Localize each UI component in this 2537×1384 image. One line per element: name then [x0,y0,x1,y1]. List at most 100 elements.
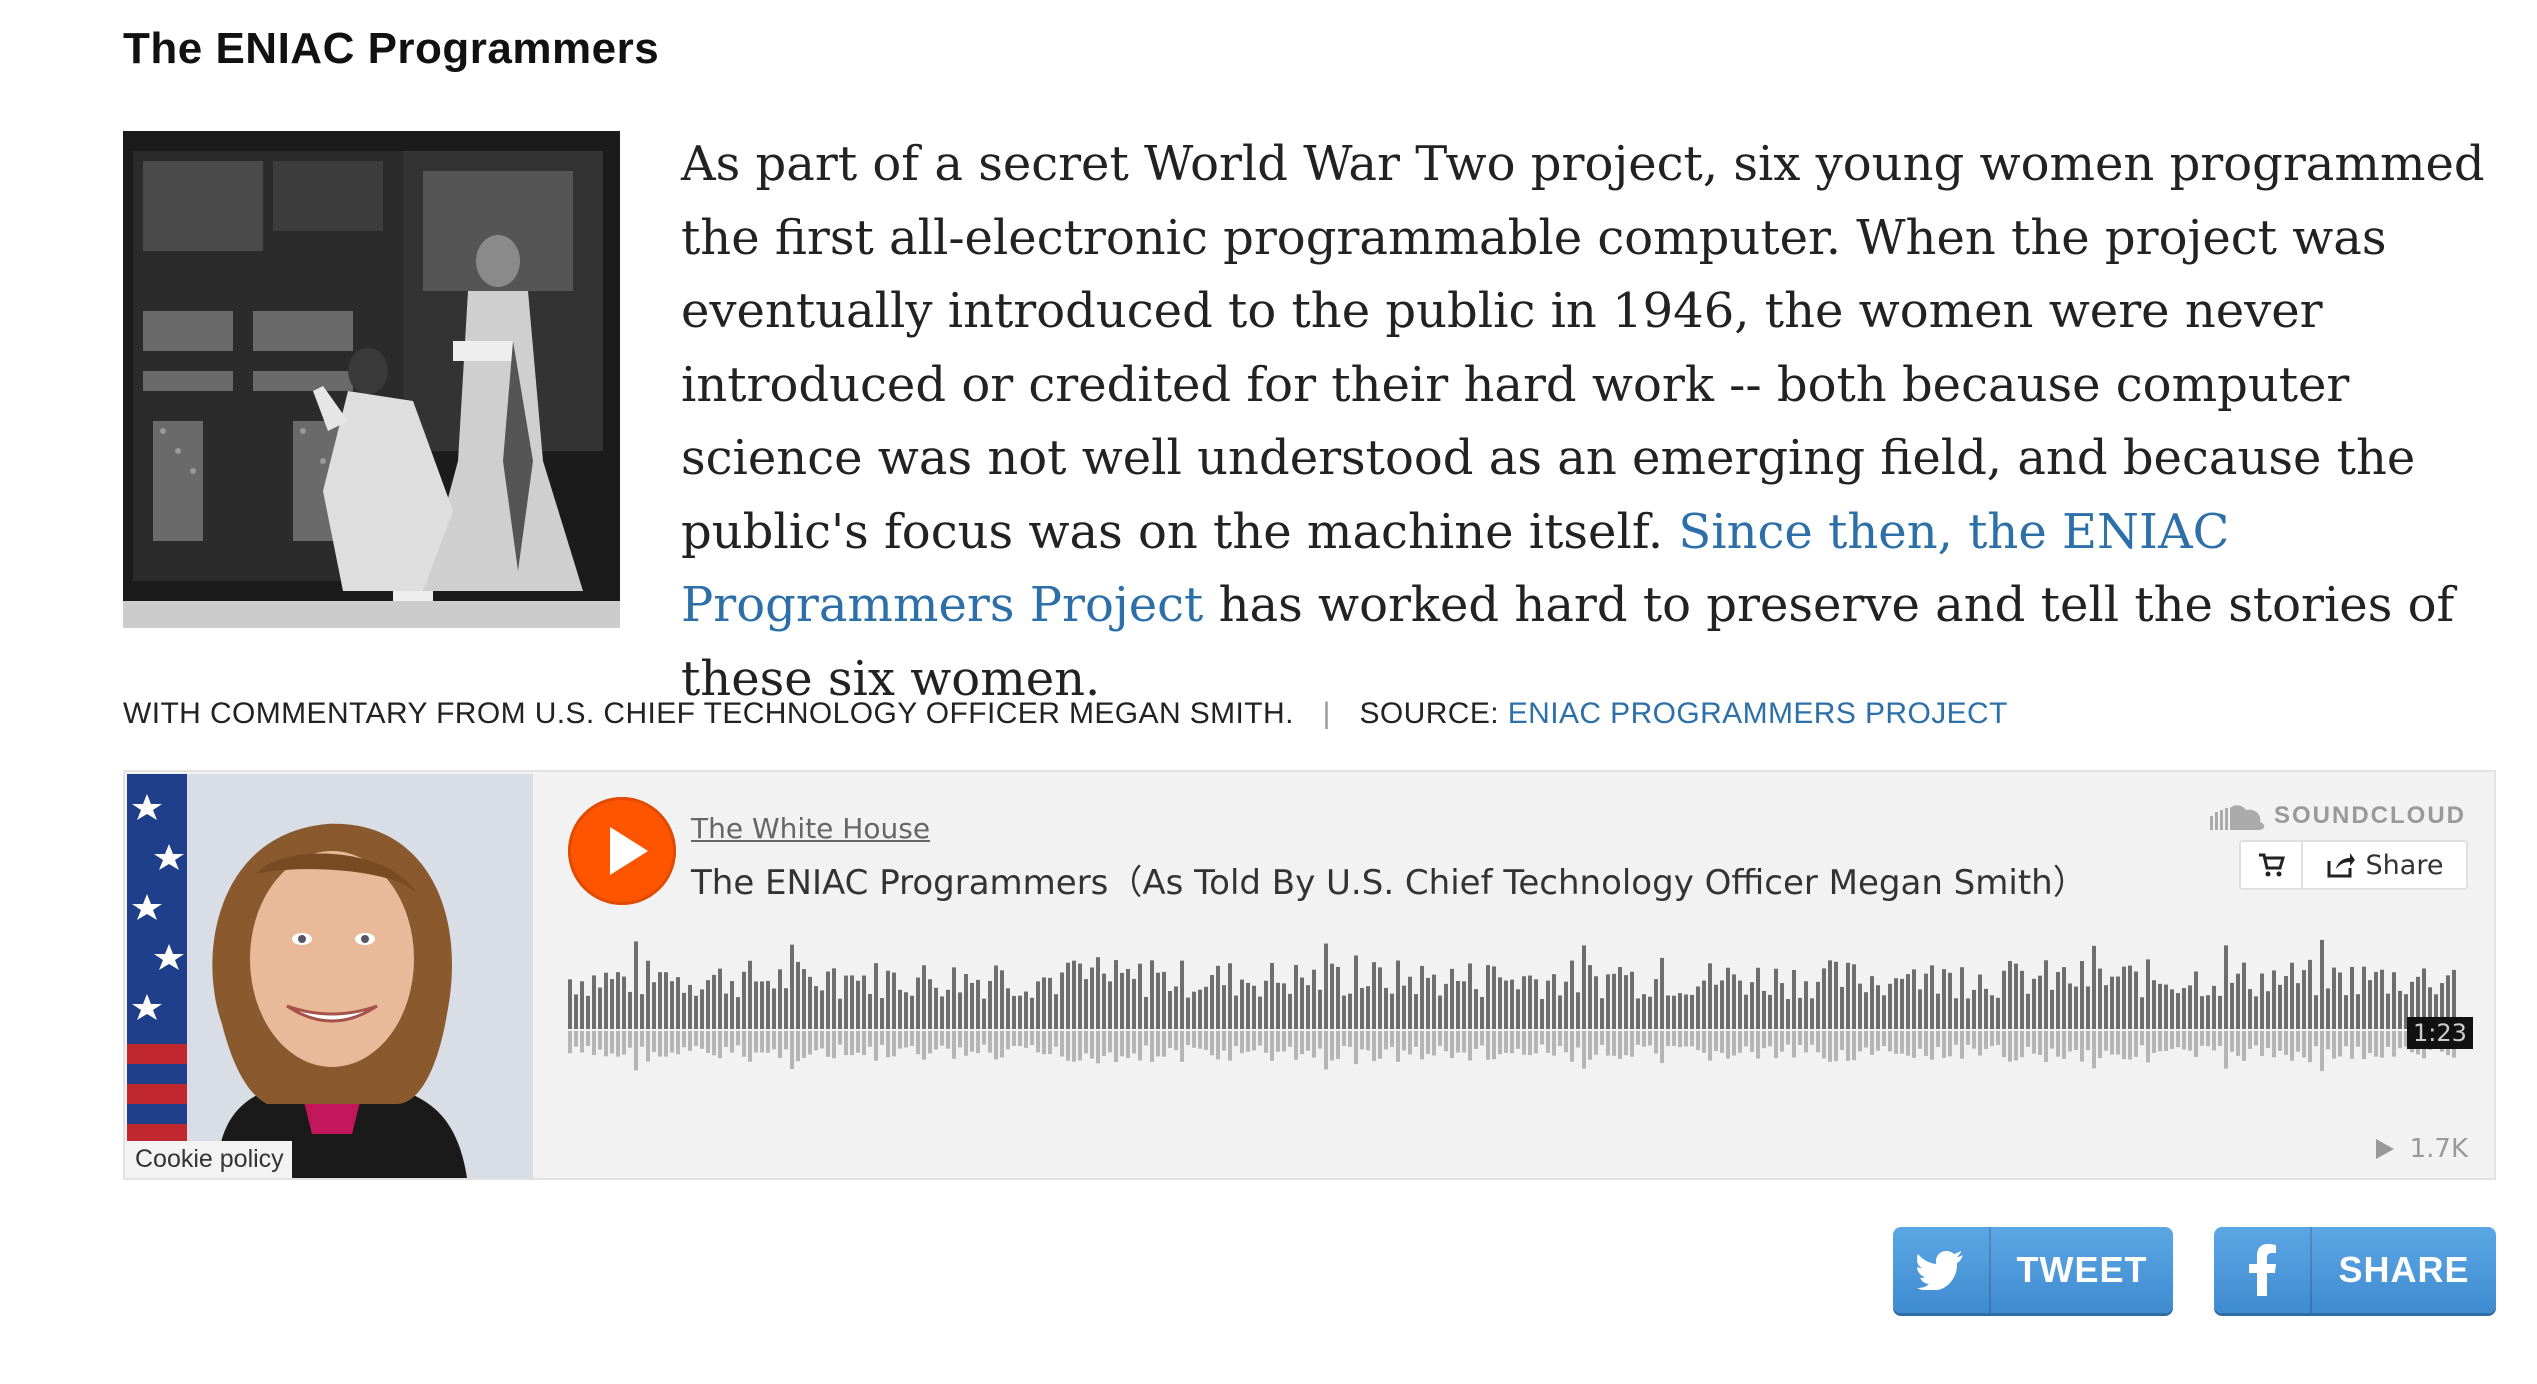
waveform-bar [1150,960,1154,1029]
waveform-bar [754,981,758,1029]
waveform-reflection [1306,1031,1310,1051]
waveform-reflection [1600,1031,1604,1045]
waveform-bar [2098,968,2102,1029]
waveform-bar [904,992,908,1029]
waveform-bar [2224,945,2228,1029]
waveform-reflection [1774,1031,1778,1059]
waveform-bar [1336,966,1340,1029]
waveform-bar [1558,995,1562,1029]
waveform-reflection [2110,1031,2114,1055]
waveform-reflection [1156,1031,1160,1057]
facebook-share-button[interactable]: SHARE [2214,1227,2496,1313]
waveform-reflection [1888,1031,1892,1052]
waveform-bar [1930,965,1934,1029]
waveform-reflection [760,1031,764,1053]
waveform-reflection [1936,1031,1940,1047]
waveform-reflection [712,1031,716,1056]
page: The ENIAC Programmers As part of a secre… [0,0,2537,1384]
waveform-bar [1438,995,1442,1029]
track-artwork[interactable]: Cookie policy [127,774,533,1178]
waveform-bar [2014,963,2018,1029]
waveform-bar [2122,966,2126,1029]
waveform-bar [1702,980,1706,1029]
waveform-bar [2008,961,2012,1029]
waveform-bar [1090,967,1094,1029]
waveform-reflection [1360,1031,1364,1050]
waveform-bar [664,972,668,1029]
waveform-reflection [1378,1031,1382,1059]
waveform-reflection [1366,1031,1370,1051]
waveform-bar [2272,970,2276,1029]
track-title[interactable]: The ENIAC Programmers（As Told By U.S. Ch… [691,855,2087,904]
waveform-reflection [1228,1031,1232,1061]
waveform-reflection [2098,1031,2102,1059]
share-button-label: Share [2365,849,2444,881]
waveform-reflection [1252,1031,1256,1051]
waveform-reflection [976,1031,980,1054]
waveform-bar [1732,974,1736,1029]
waveform-reflection [2242,1031,2246,1061]
waveform-reflection [1438,1031,1442,1047]
waveform-bar [2032,978,2036,1029]
waveform-reflection [1258,1031,1262,1046]
waveform-bar [2074,986,2078,1029]
waveform-bar [1084,979,1088,1029]
waveform-reflection [622,1031,626,1055]
waveform-reflection [790,1031,794,1069]
waveform-bar [2338,972,2342,1029]
waveform-bar [1576,992,1580,1029]
waveform-reflection [832,1031,836,1059]
soundcloud-logo[interactable]: SOUNDCLOUD [2210,802,2466,830]
waveform-bar [688,984,692,1029]
waveform-reflection [574,1031,578,1047]
waveform-bar [1654,979,1658,1029]
facebook-icon [2214,1227,2312,1313]
waveform-reflection [1510,1031,1514,1054]
waveform-reflection [640,1031,644,1047]
soundcloud-cloud-icon [2210,805,2265,830]
waveform-reflection [754,1031,758,1053]
waveform-reflection [2080,1031,2084,1062]
waveform-reflection [1720,1031,1724,1053]
waveform-bar [1186,997,1190,1029]
waveform-reflection [646,1031,650,1062]
share-button[interactable]: Share [2301,840,2468,890]
waveform-reflection [652,1031,656,1053]
waveform-bar [1888,983,1892,1029]
waveform-bar [1204,986,1208,1029]
buy-button[interactable] [2239,840,2301,890]
waveform-bar [1834,961,1838,1029]
waveform[interactable] [568,937,2468,1087]
waveform-reflection [1486,1031,1490,1060]
waveform-bar [1246,982,1250,1029]
waveform-bar [568,979,572,1029]
waveform-bar [1000,970,1004,1029]
waveform-reflection [1666,1031,1670,1047]
waveform-bar [1612,973,1616,1029]
waveform-reflection [1816,1031,1820,1053]
waveform-bar [1372,962,1376,1029]
waveform-reflection [1138,1031,1142,1061]
waveform-reflection [838,1031,842,1045]
source-link[interactable]: ENIAC PROGRAMMERS PROJECT [1508,697,2008,730]
waveform-bar [1582,945,1586,1029]
waveform-bar [1870,976,1874,1029]
waveform-bar [1828,960,1832,1029]
waveform-bar [1396,960,1400,1029]
waveform-bar [1462,981,1466,1029]
waveform-reflection [730,1031,734,1053]
waveform-bar [796,961,800,1029]
waveform-bar [1018,995,1022,1029]
waveform-bar [862,975,866,1029]
waveform-reflection [1690,1031,1694,1047]
tweet-button[interactable]: TWEET [1893,1227,2173,1313]
waveform-bar [1306,985,1310,1029]
track-user-link[interactable]: The White House [691,812,930,845]
cookie-policy-link[interactable]: Cookie policy [127,1141,292,1178]
waveform-bar [2266,991,2270,1029]
play-count: 1.7K [2374,1134,2468,1164]
play-button[interactable] [568,797,676,905]
waveform-bar [646,960,650,1029]
waveform-bar [2386,993,2390,1029]
waveform-reflection [664,1031,668,1057]
